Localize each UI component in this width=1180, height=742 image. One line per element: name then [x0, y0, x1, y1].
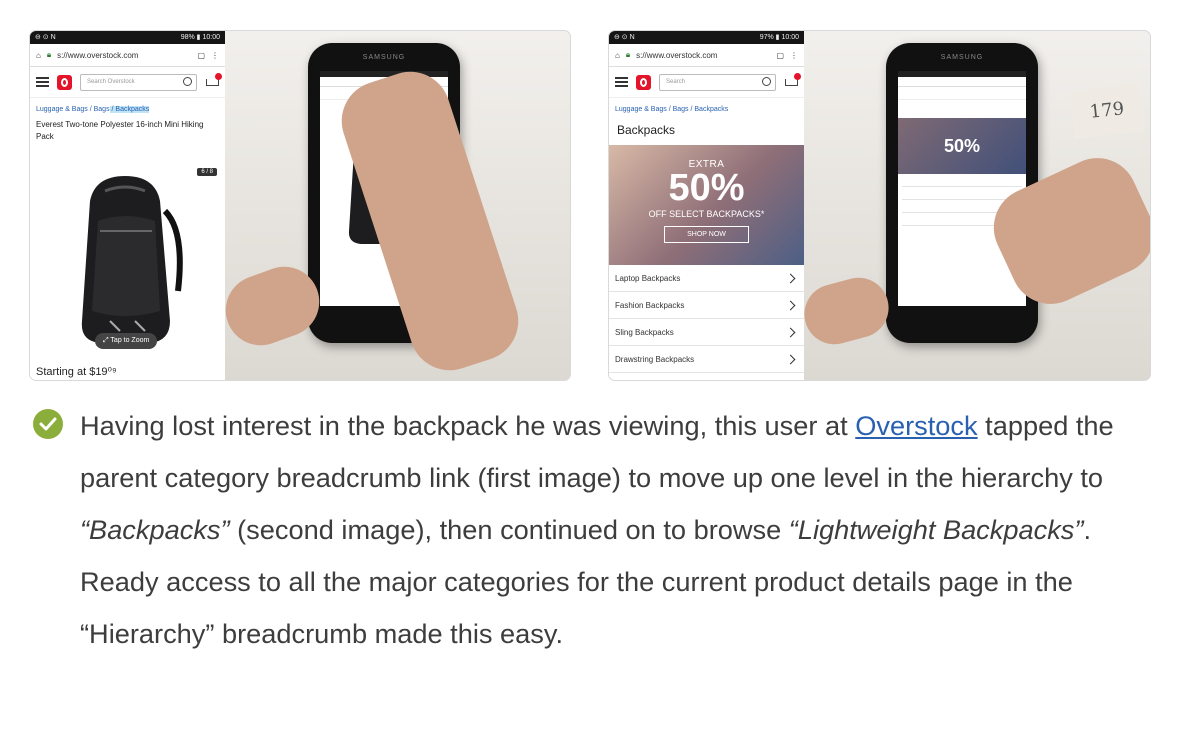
chevron-right-icon	[785, 300, 796, 310]
screenshot-product-page: ⊖ ⊙ N 98% ▮ 10:00 ⌂ 🔒︎ s://www.overstock…	[30, 31, 226, 380]
breadcrumb[interactable]: Luggage & Bags / Bags / Backpacks	[609, 98, 804, 117]
mini-banner: 50%	[898, 118, 1026, 174]
figure-product-page: ⊖ ⊙ N 98% ▮ 10:00 ⌂ 🔒︎ s://www.overstock…	[30, 31, 570, 380]
cart-icon[interactable]	[205, 73, 222, 88]
site-header: Search	[609, 67, 804, 98]
phone-brand: SAMSUNG	[362, 54, 406, 61]
overstock-logo[interactable]	[636, 74, 651, 90]
phone-brand: SAMSUNG	[940, 54, 984, 61]
photo-user-on-phone: SAMSUNG 50% 179	[804, 31, 1150, 380]
overstock-logo[interactable]	[57, 74, 72, 90]
url-text[interactable]: s://www.overstock.com	[636, 51, 770, 60]
browser-url-bar[interactable]: ⌂ 🔒︎ s://www.overstock.com ▢ ⋮	[30, 44, 225, 67]
home-icon[interactable]: ⌂	[36, 51, 41, 60]
menu-dots-icon[interactable]: ⋮	[211, 51, 219, 60]
product-price: Starting at $19⁰⁹	[36, 366, 117, 378]
status-bar: ⊖ ⊙ N 98% ▮ 10:00	[30, 31, 225, 44]
caption-text: Having lost interest in the backpack he …	[80, 410, 1114, 649]
category-item-drawstring[interactable]: Drawstring Backpacks	[609, 346, 804, 373]
status-battery-time: 98% ▮ 10:00	[180, 34, 220, 41]
product-title: Everest Two-tone Polyester 16-inch Mini …	[36, 120, 204, 141]
checkmark-icon	[33, 409, 63, 439]
breadcrumb-backpacks[interactable]: Backpacks	[115, 106, 150, 113]
site-header: Search Overstock	[30, 67, 225, 98]
hamburger-menu-icon[interactable]	[36, 77, 49, 87]
chevron-right-icon	[785, 273, 796, 283]
category-list: Laptop Backpacks Fashion Backpacks Sling…	[609, 265, 804, 373]
banner-subtitle: OFF SELECT BACKPACKS*	[648, 209, 765, 219]
shop-now-button[interactable]: SHOP NOW	[664, 226, 749, 243]
phone-screen: 50%	[898, 71, 1026, 306]
status-icons: ⊖ ⊙ N	[35, 34, 56, 41]
chevron-right-icon	[785, 327, 796, 337]
hamburger-menu-icon[interactable]	[615, 77, 628, 87]
overstock-link[interactable]: Overstock	[855, 410, 977, 441]
screenshot-category-page: ⊖ ⊙ N 97% ▮ 10:00 ⌂ 🔒︎ s://www.overstock…	[609, 31, 805, 380]
tabs-icon[interactable]: ▢	[776, 51, 784, 60]
backpack-image[interactable]	[60, 171, 195, 346]
category-item-laptop[interactable]: Laptop Backpacks	[609, 265, 804, 292]
home-icon[interactable]: ⌂	[615, 51, 620, 60]
tabs-icon[interactable]: ▢	[197, 51, 205, 60]
url-text[interactable]: s://www.overstock.com	[57, 51, 191, 60]
browser-url-bar[interactable]: ⌂ 🔒︎ s://www.overstock.com ▢ ⋮	[609, 44, 804, 67]
paper-note: 179	[1069, 83, 1145, 139]
search-input[interactable]: Search Overstock	[80, 73, 197, 91]
chevron-right-icon	[785, 354, 796, 364]
banner-percent: 50%	[668, 167, 745, 209]
cart-badge	[215, 73, 222, 80]
status-icons: ⊖ ⊙ N	[614, 34, 635, 41]
category-item-fashion[interactable]: Fashion Backpacks	[609, 292, 804, 319]
cart-badge	[794, 73, 801, 80]
image-counter: 6 / 8	[197, 168, 217, 176]
status-bar: ⊖ ⊙ N 97% ▮ 10:00	[609, 31, 804, 44]
search-icon[interactable]	[183, 76, 192, 86]
lock-icon: 🔒︎	[46, 50, 52, 59]
breadcrumb: Luggage & Bags / Bags / Backpacks	[30, 98, 225, 117]
user-hand	[804, 271, 896, 351]
search-input[interactable]: Search	[659, 73, 776, 91]
tap-to-zoom-button[interactable]: ⤢ Tap to Zoom	[95, 333, 158, 349]
promo-banner[interactable]: EXTRA 50% OFF SELECT BACKPACKS* SHOP NOW	[609, 145, 804, 265]
category-title: Backpacks	[617, 123, 676, 137]
breadcrumb-bags[interactable]: Bags	[94, 106, 110, 113]
lock-icon: 🔒︎	[625, 50, 631, 59]
category-item-sling[interactable]: Sling Backpacks	[609, 319, 804, 346]
figure-category-page: ⊖ ⊙ N 97% ▮ 10:00 ⌂ 🔒︎ s://www.overstock…	[609, 31, 1150, 380]
menu-dots-icon[interactable]: ⋮	[790, 51, 798, 60]
cart-icon[interactable]	[784, 73, 801, 88]
breadcrumb-luggage-bags[interactable]: Luggage & Bags	[36, 106, 88, 113]
status-battery-time: 97% ▮ 10:00	[759, 34, 799, 41]
search-icon[interactable]	[762, 76, 771, 86]
photo-user-on-phone: SAMSUNG	[225, 31, 570, 380]
